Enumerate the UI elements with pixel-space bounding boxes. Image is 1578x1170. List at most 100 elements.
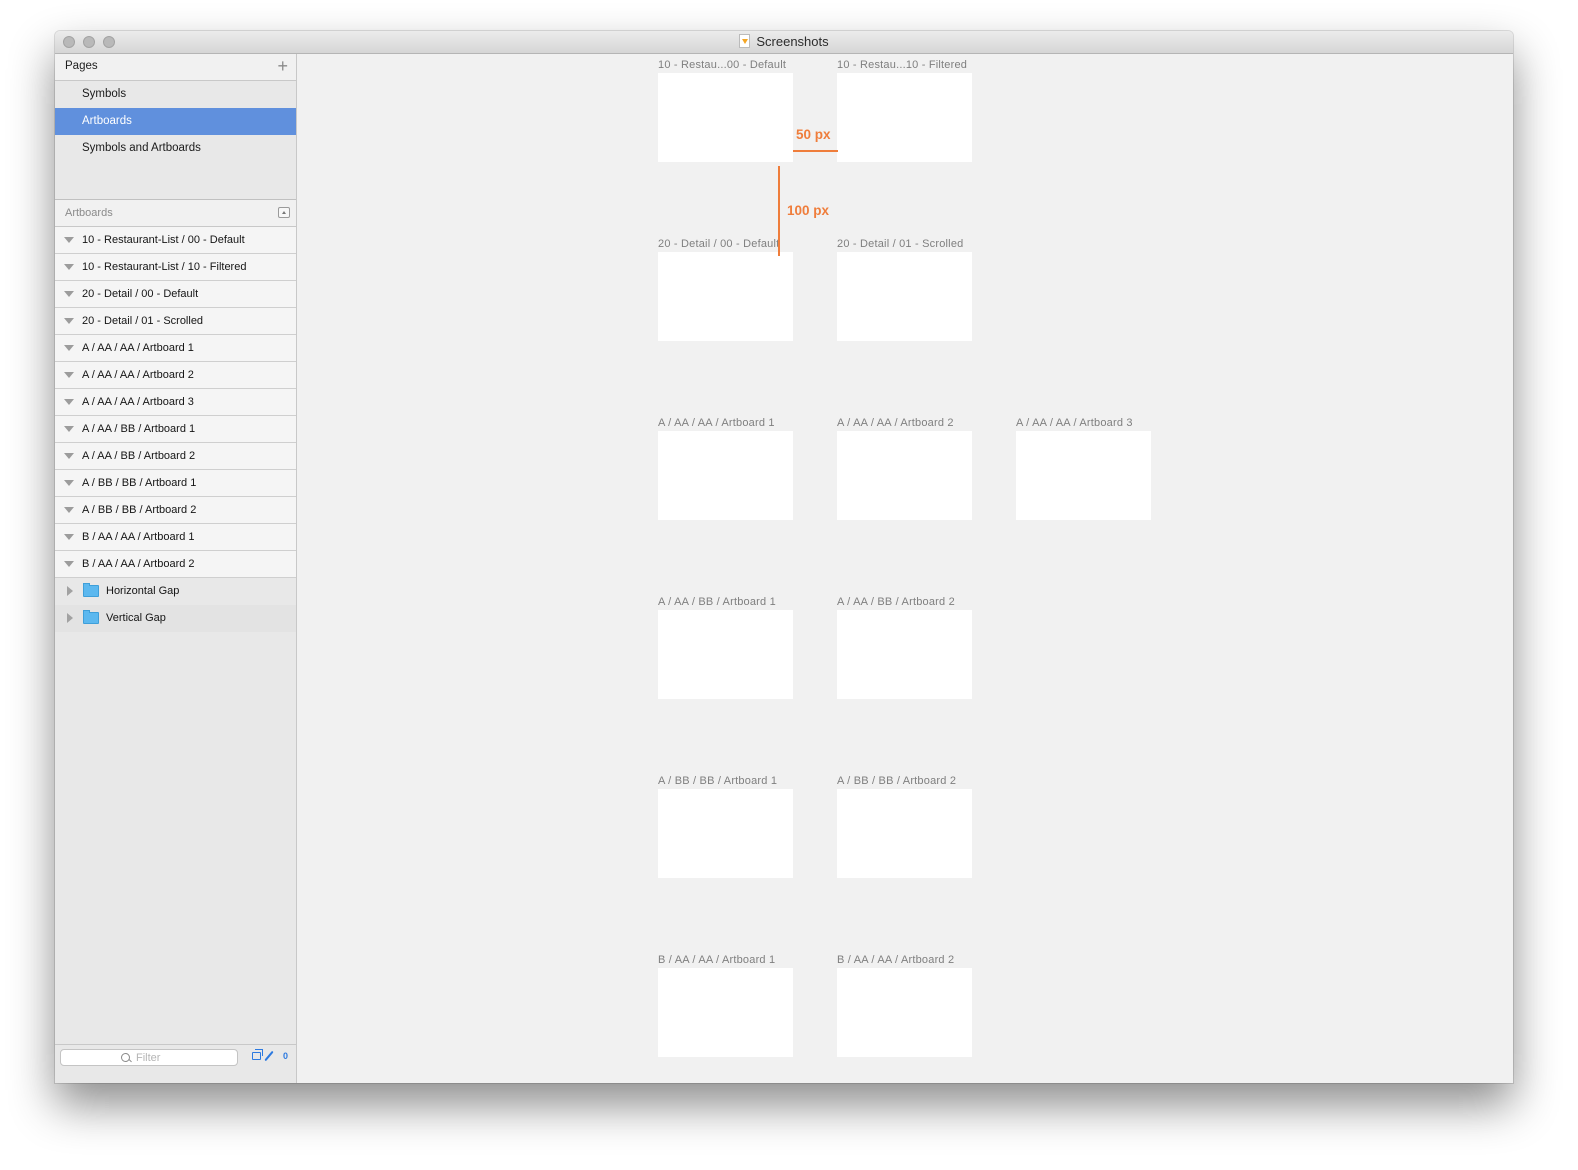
artboard[interactable]: A / AA / AA / Artboard 3 <box>1016 417 1151 520</box>
artboard-surface[interactable] <box>837 73 972 162</box>
artboard[interactable]: 20 - Detail / 00 - Default <box>658 238 793 341</box>
layer-row[interactable]: A / BB / BB / Artboard 2 <box>55 497 296 524</box>
filter-field[interactable] <box>60 1049 238 1066</box>
artboard-name[interactable]: 20 - Detail / 00 - Default <box>658 238 793 252</box>
layer-label: B / AA / AA / Artboard 1 <box>82 531 195 543</box>
artboard[interactable]: A / AA / AA / Artboard 1 <box>658 417 793 520</box>
artboard[interactable]: A / BB / BB / Artboard 1 <box>658 775 793 878</box>
layer-row[interactable]: 20 - Detail / 01 - Scrolled <box>55 308 296 335</box>
artboard-surface[interactable] <box>837 968 972 1057</box>
pages-header-label: Pages <box>65 60 98 72</box>
artboard[interactable]: A / AA / BB / Artboard 2 <box>837 596 972 699</box>
layer-row[interactable]: A / AA / AA / Artboard 1 <box>55 335 296 362</box>
artboard-name[interactable]: A / AA / AA / Artboard 2 <box>837 417 972 431</box>
artboard-surface[interactable] <box>837 789 972 878</box>
layer-label: A / AA / BB / Artboard 2 <box>82 450 196 462</box>
layer-label: A / BB / BB / Artboard 1 <box>82 477 197 489</box>
artboard[interactable]: A / BB / BB / Artboard 2 <box>837 775 972 878</box>
artboard-surface[interactable] <box>658 968 793 1057</box>
disclosure-triangle-icon[interactable] <box>64 264 74 270</box>
artboard[interactable]: 10 - Restau...00 - Default <box>658 59 793 162</box>
layer-label: A / AA / BB / Artboard 1 <box>82 423 196 435</box>
disclosure-triangle-icon[interactable] <box>64 534 74 540</box>
expand-triangle-icon[interactable] <box>67 613 73 623</box>
artboard-name[interactable]: 10 - Restau...10 - Filtered <box>837 59 972 73</box>
artboard-surface[interactable] <box>837 431 972 520</box>
disclosure-triangle-icon[interactable] <box>64 561 74 567</box>
page-item-artboards[interactable]: Artboards <box>55 108 296 135</box>
layer-list: 10 - Restaurant-List / 00 - Default 10 - … <box>55 227 296 632</box>
artboard[interactable]: B / AA / AA / Artboard 1 <box>658 954 793 1057</box>
layer-label: 20 - Detail / 01 - Scrolled <box>82 315 204 327</box>
sidebar-footer: 0 <box>55 1044 296 1083</box>
group-row[interactable]: Horizontal Gap <box>55 578 296 605</box>
artboard-surface[interactable] <box>837 610 972 699</box>
layers-header: Artboards <box>55 200 296 227</box>
disclosure-triangle-icon[interactable] <box>64 480 74 486</box>
vertical-gap-label: 100 px <box>787 203 830 218</box>
artboard-surface[interactable] <box>658 252 793 341</box>
artboard-surface[interactable] <box>658 431 793 520</box>
page-item-symbols[interactable]: Symbols <box>55 81 296 108</box>
artboard[interactable]: B / AA / AA / Artboard 2 <box>837 954 972 1057</box>
artboard[interactable]: 20 - Detail / 01 - Scrolled <box>837 238 972 341</box>
disclosure-triangle-icon[interactable] <box>64 318 74 324</box>
disclosure-triangle-icon[interactable] <box>64 399 74 405</box>
artboard-name[interactable]: A / AA / AA / Artboard 1 <box>658 417 793 431</box>
disclosure-triangle-icon[interactable] <box>64 507 74 513</box>
layer-row[interactable]: B / AA / AA / Artboard 1 <box>55 524 296 551</box>
artboard-name[interactable]: B / AA / AA / Artboard 2 <box>837 954 972 968</box>
layer-row[interactable]: A / AA / BB / Artboard 2 <box>55 443 296 470</box>
disclosure-triangle-icon[interactable] <box>64 237 74 243</box>
layer-label: A / AA / AA / Artboard 2 <box>82 369 194 381</box>
layer-label: A / AA / AA / Artboard 3 <box>82 396 194 408</box>
group-label: Vertical Gap <box>106 612 166 624</box>
artboard-name[interactable]: A / BB / BB / Artboard 1 <box>658 775 793 789</box>
artboard-name[interactable]: A / AA / AA / Artboard 3 <box>1016 417 1151 431</box>
window-title: Screenshots <box>55 34 1513 49</box>
artboard-name[interactable]: 20 - Detail / 01 - Scrolled <box>837 238 972 252</box>
canvas[interactable]: B / AA / AA / Artboard 2 B / AA / AA / Ar… <box>297 54 1513 1083</box>
add-page-icon[interactable]: + <box>277 57 288 75</box>
disclosure-triangle-icon[interactable] <box>64 345 74 351</box>
title-bar: Screenshots <box>55 31 1513 54</box>
artboard-name[interactable]: A / AA / BB / Artboard 1 <box>658 596 793 610</box>
layer-row[interactable]: A / AA / AA / Artboard 2 <box>55 362 296 389</box>
artboard[interactable]: 10 - Restau...10 - Filtered <box>837 59 972 162</box>
layer-row[interactable]: 20 - Detail / 00 - Default <box>55 281 296 308</box>
layer-row[interactable]: 10 - Restaurant-List / 10 - Filtered <box>55 254 296 281</box>
filter-input[interactable] <box>136 1051 231 1064</box>
disclosure-triangle-icon[interactable] <box>64 453 74 459</box>
disclosure-triangle-icon[interactable] <box>64 372 74 378</box>
layer-row[interactable]: A / BB / BB / Artboard 1 <box>55 470 296 497</box>
page-item-symbols-and-artboards[interactable]: Symbols and Artboards <box>55 135 296 162</box>
expand-triangle-icon[interactable] <box>67 586 73 596</box>
group-label: Horizontal Gap <box>106 585 180 597</box>
artboard-name[interactable]: 10 - Restau...00 - Default <box>658 59 793 73</box>
layer-label: 10 - Restaurant-List / 10 - Filtered <box>82 261 247 273</box>
sketch-document-icon <box>739 34 751 48</box>
disclosure-triangle-icon[interactable] <box>64 291 74 297</box>
disclosure-triangle-icon[interactable] <box>64 426 74 432</box>
search-icon <box>121 1053 130 1062</box>
artboard[interactable]: A / AA / AA / Artboard 2 <box>837 417 972 520</box>
artboard-name[interactable]: A / BB / BB / Artboard 2 <box>837 775 972 789</box>
artboard-surface[interactable] <box>1016 431 1151 520</box>
layer-label: 10 - Restaurant-List / 00 - Default <box>82 234 245 246</box>
artboard-surface[interactable] <box>658 610 793 699</box>
layer-row[interactable]: A / AA / BB / Artboard 1 <box>55 416 296 443</box>
group-row[interactable]: Vertical Gap <box>55 605 296 632</box>
export-count: 0 <box>283 1051 289 1061</box>
artboard[interactable]: A / AA / BB / Artboard 1 <box>658 596 793 699</box>
slice-export-icon[interactable] <box>264 1050 274 1062</box>
artboard-name[interactable]: B / AA / AA / Artboard 1 <box>658 954 793 968</box>
artboard-surface[interactable] <box>658 789 793 878</box>
layer-row[interactable]: 10 - Restaurant-List / 00 - Default <box>55 227 296 254</box>
layer-row[interactable]: B / AA / AA / Artboard 2 <box>55 551 296 578</box>
collapse-pages-icon[interactable] <box>278 207 290 218</box>
layer-row[interactable]: A / AA / AA / Artboard 3 <box>55 389 296 416</box>
symbols-filter-icon[interactable] <box>252 1049 263 1060</box>
artboard-name[interactable]: A / AA / BB / Artboard 2 <box>837 596 972 610</box>
artboard-surface[interactable] <box>658 73 793 162</box>
artboard-surface[interactable] <box>837 252 972 341</box>
